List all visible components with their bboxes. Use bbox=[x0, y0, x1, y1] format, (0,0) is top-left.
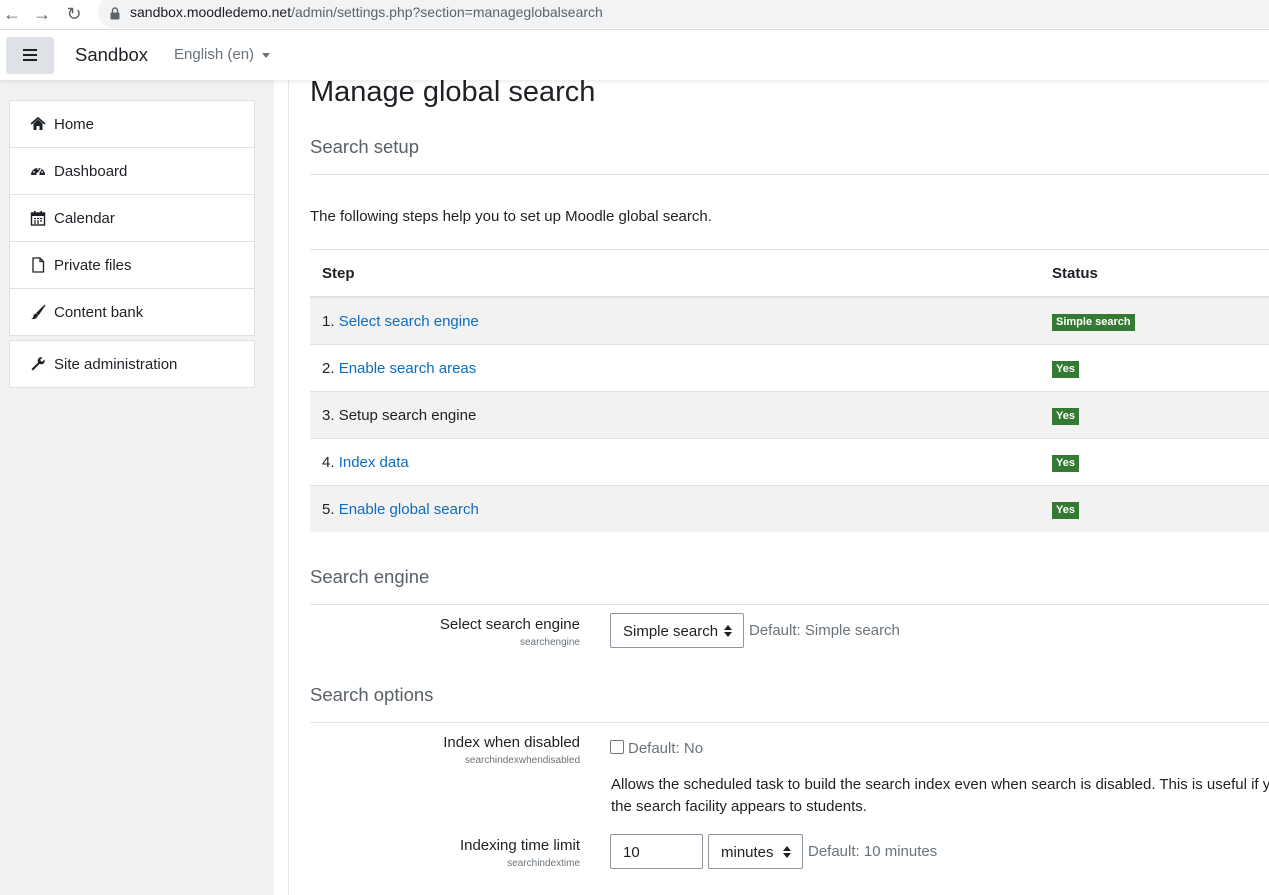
step-number: 1. bbox=[322, 312, 335, 330]
nav-item-label: Site administration bbox=[54, 356, 178, 373]
top-navbar: Sandbox English (en) bbox=[0, 31, 1269, 80]
index-disabled-setting-name: searchindexwhendisabled bbox=[464, 755, 580, 766]
nav-item-private-files[interactable]: Private files bbox=[10, 242, 254, 289]
nav-item-calendar[interactable]: Calendar bbox=[10, 195, 254, 242]
step-cell: 3. Setup search engine bbox=[310, 391, 1052, 439]
updown-icon bbox=[783, 846, 791, 858]
nav-item-label: Calendar bbox=[54, 210, 115, 227]
index-disabled-checkbox[interactable] bbox=[610, 740, 624, 754]
status-cell: Yes bbox=[1052, 391, 1269, 439]
time-limit-setting-name: searchindextime bbox=[507, 858, 580, 869]
index-disabled-description-line1: Allows the scheduled task to build the s… bbox=[611, 776, 1269, 793]
status-badge: Simple search bbox=[1052, 313, 1135, 331]
section-heading-search-options: Search options bbox=[310, 684, 434, 705]
forward-arrow-icon[interactable]: → bbox=[30, 2, 54, 26]
input-value: 10 bbox=[623, 844, 640, 861]
time-unit-select[interactable]: minutes bbox=[708, 834, 803, 869]
column-header-step: Step bbox=[310, 249, 1052, 298]
nav-item-label: Content bank bbox=[54, 304, 144, 321]
caret-down-icon bbox=[262, 52, 271, 58]
status-cell: Yes bbox=[1052, 344, 1269, 392]
step-number: 3. bbox=[322, 406, 335, 424]
step-cell: 5. Enable global search bbox=[310, 485, 1052, 532]
browser-toolbar: ← → ↻ sandbox.moodledemo.net/admin/setti… bbox=[0, 0, 1269, 30]
lock-icon bbox=[110, 7, 120, 20]
calendar-icon bbox=[30, 211, 46, 226]
table-row: 1. Select search engine Simple search bbox=[310, 296, 1269, 345]
step-link-select-search-engine[interactable]: Select search engine bbox=[339, 313, 479, 330]
url-path: /admin/settings.php?section=manageglobal… bbox=[291, 4, 603, 20]
url-domain: sandbox.moodledemo.net bbox=[130, 4, 292, 20]
paintbrush-icon bbox=[31, 304, 46, 320]
language-menu[interactable]: English (en) bbox=[174, 46, 271, 63]
setup-steps-table: Step Status 1. Select search engine Simp… bbox=[310, 249, 1269, 532]
step-cell: 2. Enable search areas bbox=[310, 344, 1052, 392]
table-header-row: Step Status bbox=[310, 249, 1269, 298]
nav-item-dashboard[interactable]: Dashboard bbox=[10, 148, 254, 195]
status-badge: Yes bbox=[1052, 360, 1079, 378]
select-value: Simple search bbox=[623, 623, 719, 640]
intro-text: The following steps help you to set up M… bbox=[310, 208, 712, 225]
status-cell: Yes bbox=[1052, 485, 1269, 532]
content-divider bbox=[288, 80, 289, 895]
hamburger-icon bbox=[23, 49, 37, 61]
step-cell: 4. Index data bbox=[310, 438, 1052, 486]
home-icon bbox=[30, 116, 46, 130]
search-engine-select[interactable]: Simple search bbox=[610, 613, 744, 648]
step-number: 4. bbox=[322, 453, 335, 471]
section-heading-search-engine: Search engine bbox=[310, 566, 430, 587]
wrench-icon bbox=[31, 357, 45, 371]
page-title: Manage global search bbox=[310, 76, 596, 108]
updown-icon bbox=[724, 625, 732, 637]
nav-drawer: Home Dashboard Calendar Private files Co… bbox=[0, 80, 274, 895]
time-limit-default: Default: 10 minutes bbox=[808, 843, 938, 860]
search-engine-default: Default: Simple search bbox=[749, 622, 900, 639]
language-label: English (en) bbox=[174, 46, 255, 63]
index-disabled-description-line2: the search facility appears to students. bbox=[611, 798, 867, 815]
step-number: 2. bbox=[322, 359, 335, 377]
main-nav-group: Home Dashboard Calendar Private files Co… bbox=[9, 100, 255, 336]
time-limit-input[interactable]: 10 bbox=[610, 834, 703, 869]
table-row: 2. Enable search areas Yes bbox=[310, 344, 1269, 392]
column-header-status: Status bbox=[1052, 249, 1269, 298]
status-badge: Yes bbox=[1052, 454, 1079, 472]
table-row: 3. Setup search engine Yes bbox=[310, 391, 1269, 439]
select-value: minutes bbox=[721, 844, 774, 861]
status-cell: Simple search bbox=[1052, 296, 1269, 345]
step-label-setup-search-engine: Setup search engine bbox=[338, 406, 477, 424]
step-link-index-data[interactable]: Index data bbox=[339, 454, 409, 471]
step-link-enable-search-areas[interactable]: Enable search areas bbox=[339, 360, 477, 377]
dashboard-icon bbox=[31, 168, 45, 176]
section-heading-search-setup: Search setup bbox=[310, 136, 420, 157]
nav-item-label: Private files bbox=[54, 257, 132, 274]
divider bbox=[310, 174, 1269, 175]
search-engine-setting-name: searchengine bbox=[519, 637, 580, 648]
step-number: 5. bbox=[322, 500, 335, 518]
time-limit-label: Indexing time limit bbox=[459, 837, 580, 854]
status-cell: Yes bbox=[1052, 438, 1269, 486]
divider bbox=[310, 722, 1269, 723]
step-cell: 1. Select search engine bbox=[310, 296, 1052, 345]
drawer-toggle-button[interactable] bbox=[6, 37, 54, 74]
nav-item-content-bank[interactable]: Content bank bbox=[10, 289, 254, 335]
status-badge: Yes bbox=[1052, 407, 1079, 425]
table-row: 5. Enable global search Yes bbox=[310, 485, 1269, 532]
back-arrow-icon[interactable]: ← bbox=[0, 2, 24, 26]
nav-item-home[interactable]: Home bbox=[10, 101, 254, 148]
step-link-enable-global-search[interactable]: Enable global search bbox=[339, 501, 479, 518]
admin-nav-group: Site administration bbox=[9, 340, 255, 388]
status-badge: Yes bbox=[1052, 501, 1079, 519]
nav-item-label: Dashboard bbox=[54, 163, 128, 180]
reload-icon[interactable]: ↻ bbox=[62, 2, 86, 26]
divider bbox=[310, 604, 1269, 605]
table-row: 4. Index data Yes bbox=[310, 438, 1269, 486]
site-name[interactable]: Sandbox bbox=[75, 44, 148, 66]
nav-item-label: Home bbox=[54, 116, 95, 133]
search-engine-label: Select search engine bbox=[439, 616, 580, 633]
index-disabled-default: Default: No bbox=[628, 740, 704, 757]
file-icon bbox=[32, 257, 45, 273]
url-text[interactable]: sandbox.moodledemo.net/admin/settings.ph… bbox=[130, 4, 603, 20]
nav-item-site-administration[interactable]: Site administration bbox=[10, 341, 254, 387]
index-disabled-label: Index when disabled bbox=[443, 734, 580, 751]
